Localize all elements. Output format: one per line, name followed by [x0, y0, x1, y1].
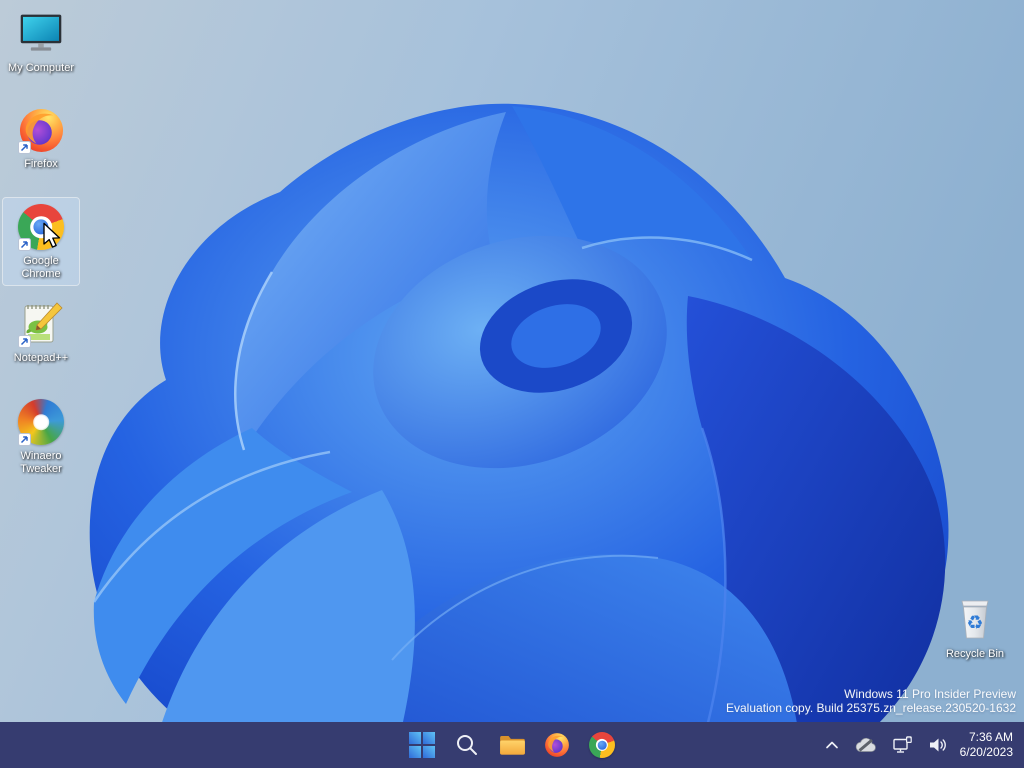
taskbar-tray: 7:36 AM 6/20/2023	[817, 725, 1022, 765]
desktop-icon-label: Winaero Tweaker	[20, 450, 62, 475]
desktop-icon-label: Firefox	[24, 158, 58, 170]
start-button[interactable]	[402, 725, 442, 765]
taskbar-center-buttons	[402, 725, 622, 765]
watermark-line1: Windows 11 Pro Insider Preview	[844, 687, 1016, 701]
winaero-tweaker-icon	[17, 398, 65, 446]
search-icon	[457, 735, 477, 755]
desktop-icon-firefox[interactable]: Firefox	[3, 101, 79, 175]
taskbar: 7:36 AM 6/20/2023	[0, 722, 1024, 768]
onedrive-paused-icon	[855, 737, 876, 752]
desktop-icon-my-computer[interactable]: My Computer	[3, 5, 79, 79]
onedrive-tray-button[interactable]	[847, 725, 885, 765]
desktop-icon-label: Recycle Bin	[945, 648, 1005, 660]
firefox-icon	[545, 733, 569, 757]
shortcut-arrow-icon	[18, 433, 31, 446]
clock-time: 7:36 AM	[968, 730, 1013, 744]
svg-text:♻: ♻	[966, 612, 983, 634]
chrome-icon	[17, 203, 65, 251]
chrome-taskbar-button[interactable]	[582, 725, 622, 765]
taskbar-clock[interactable]: 7:36 AM 6/20/2023	[956, 725, 1022, 765]
clock-date: 6/20/2023	[959, 745, 1013, 759]
shortcut-arrow-icon	[18, 238, 31, 251]
notepad-plus-plus-icon	[17, 300, 65, 348]
desktop-icon-label: Google Chrome	[21, 255, 61, 280]
recycle-bin-icon: ♻	[951, 596, 999, 644]
desktop-icon-label: Notepad++	[13, 352, 69, 364]
file-explorer-icon	[499, 736, 525, 755]
watermark-line2: Evaluation copy. Build 25375.zn_release.…	[726, 701, 1016, 715]
chrome-icon	[589, 732, 615, 758]
tray-overflow-button[interactable]	[817, 725, 847, 765]
shortcut-arrow-icon	[18, 141, 31, 154]
network-icon	[892, 736, 912, 753]
volume-tray-button[interactable]	[921, 725, 956, 765]
file-explorer-button[interactable]	[492, 725, 532, 765]
desktop-icon-notepad-plus-plus[interactable]: Notepad++	[3, 295, 79, 369]
bloom-wallpaper	[0, 0, 1024, 768]
desktop[interactable]: My Computer Firefox Google Chrome Notepa…	[0, 0, 1024, 768]
my-computer-icon	[17, 10, 65, 58]
desktop-icon-label: My Computer	[7, 62, 75, 74]
desktop-icon-google-chrome[interactable]: Google Chrome	[2, 197, 80, 286]
firefox-icon	[17, 106, 65, 154]
desktop-icon-winaero-tweaker[interactable]: Winaero Tweaker	[3, 393, 79, 480]
shortcut-arrow-icon	[18, 335, 31, 348]
search-button[interactable]	[447, 725, 487, 765]
volume-icon	[929, 738, 946, 752]
chevron-up-icon	[825, 741, 838, 749]
firefox-taskbar-button[interactable]	[537, 725, 577, 765]
windows-logo-icon	[409, 732, 435, 758]
network-tray-button[interactable]	[885, 725, 921, 765]
evaluation-watermark: Windows 11 Pro Insider Preview Evaluatio…	[726, 687, 1016, 715]
desktop-icon-recycle-bin[interactable]: ♻ Recycle Bin	[937, 591, 1013, 665]
